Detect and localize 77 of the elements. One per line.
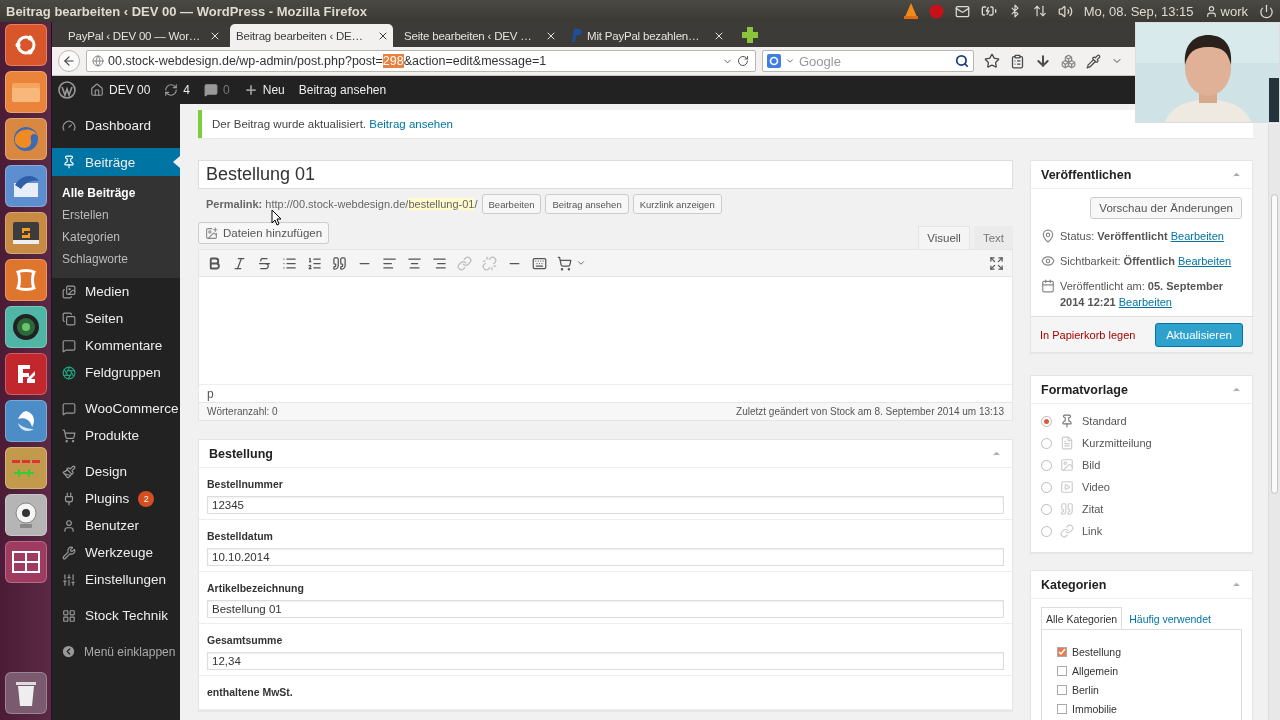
editor-tab[interactable]: Text xyxy=(973,226,1013,249)
browser-tab[interactable]: Mit PayPal bezahlen… xyxy=(566,24,729,47)
field-label: Gesamtsumme xyxy=(207,634,284,646)
submenu-item[interactable]: Alle Beiträge xyxy=(52,182,180,204)
editor-tab[interactable]: Visuell xyxy=(918,226,970,249)
category-label: Immobilie xyxy=(1072,703,1117,715)
panel-title: Veröffentlichen xyxy=(1041,167,1132,182)
panel-title: Formatvorlage xyxy=(1041,382,1128,397)
input-field[interactable]: 10.10.2014 xyxy=(207,548,1004,566)
site-link[interactable]: DEV 00 xyxy=(109,83,151,97)
trash-link[interactable]: In Papierkorb legen xyxy=(1040,328,1136,341)
count-badge: 2 xyxy=(138,490,155,507)
panel-title: Bestellung xyxy=(209,446,273,461)
updates-count[interactable]: 4 xyxy=(183,83,191,97)
menu-item[interactable]: Beiträge xyxy=(52,148,180,176)
category-label: Berlin xyxy=(1072,684,1099,696)
new-link[interactable]: Neu xyxy=(262,83,285,97)
option-label: Kurzmitteilung xyxy=(1082,437,1152,449)
notice-text: Der Beitrag wurde aktualisiert. Beitrag ansehen xyxy=(212,118,453,130)
view-post-link[interactable]: Beitrag ansehen xyxy=(369,118,453,130)
option-label: Standard xyxy=(1082,415,1127,427)
category-tab[interactable]: Alle Kategorien xyxy=(1041,607,1123,629)
menu-item[interactable]: Werkzeuge xyxy=(52,539,180,566)
last-edited-text: Zuletzt geändert von Stock am 8. September 2014 um 13:13 xyxy=(736,406,1004,417)
permalink-button[interactable]: Beitrag ansehen xyxy=(545,194,629,214)
element-path: p xyxy=(207,386,214,401)
menu-item[interactable]: Medien xyxy=(52,278,180,305)
option-label: Zitat xyxy=(1082,503,1104,515)
field-label: Artikelbezeichnung xyxy=(207,582,305,594)
publish-info-text: Veröffentlicht am: 05. September 2014 12:21 Bearbeiten xyxy=(1060,279,1225,310)
field-label: Bestelldatum xyxy=(207,530,274,542)
publish-info-text: Status: Veröffentlicht Bearbeiten xyxy=(1060,229,1224,244)
menu-item[interactable]: Plugins 2 xyxy=(52,485,180,512)
menu-item[interactable]: Seiten xyxy=(52,305,180,332)
user-name[interactable]: work xyxy=(1220,3,1248,19)
permalink-button[interactable]: Kurzlink anzeigen xyxy=(632,194,722,214)
browser-tab[interactable]: Beitrag bearbeiten ‹ DE… xyxy=(230,24,393,47)
menu-item[interactable]: Feldgruppen xyxy=(52,359,180,386)
preview-button[interactable]: Vorschau der Änderungen xyxy=(1090,197,1242,219)
edit-link[interactable]: Bearbeiten xyxy=(1118,296,1172,308)
permalink-button[interactable]: Bearbeiten xyxy=(481,194,542,214)
view-post-link[interactable]: Beitrag ansehen xyxy=(298,83,387,97)
browser-tab[interactable]: PayPal ‹ DEV 00 — Wor… xyxy=(62,24,225,47)
word-count: Wörteranzahl: 0 xyxy=(207,406,278,417)
option-label: Link xyxy=(1082,525,1103,537)
menu-item[interactable]: Benutzer xyxy=(52,512,180,539)
browser-tab[interactable]: Seite bearbeiten ‹ DEV … xyxy=(398,24,561,47)
menu-item[interactable]: Kommentare xyxy=(52,332,180,359)
option-label: Video xyxy=(1082,481,1110,493)
submenu-item[interactable]: Erstellen xyxy=(52,204,180,226)
window-title: Beitrag bearbeiten ‹ DEV 00 — WordPress - Mozilla Firefox xyxy=(6,3,367,19)
input-field[interactable]: Bestellung 01 xyxy=(207,600,1004,618)
comments-count[interactable]: 0 xyxy=(223,83,230,97)
permalink-text: Permalink: http://00.stock-webdesign.de/bestellung-01/ xyxy=(206,198,478,210)
field-label: enthaltene MwSt. xyxy=(207,686,294,698)
input-field[interactable]: 12345 xyxy=(207,496,1004,514)
menu-item[interactable]: Produkte xyxy=(52,422,180,449)
menu-item[interactable]: WooCommerce xyxy=(52,395,180,422)
submenu-item[interactable]: Kategorien xyxy=(52,226,180,248)
edit-link[interactable]: Bearbeiten xyxy=(1178,255,1232,267)
input-field[interactable]: 12,34 xyxy=(207,652,1004,670)
menu-item[interactable]: Dashboard xyxy=(52,112,180,139)
add-media-button[interactable]: Dateien hinzufügen xyxy=(198,222,330,244)
title-field[interactable]: Bestellung 01 xyxy=(198,160,1013,189)
menu-item[interactable]: Einstellungen xyxy=(52,566,180,593)
submenu-item[interactable]: Schlagworte xyxy=(52,248,180,270)
clock[interactable]: Mo, 08. Sep, 13:15 xyxy=(1083,3,1194,19)
collapse-menu-button[interactable]: Menü einklappen xyxy=(52,638,180,665)
menu-item[interactable]: Stock Technik xyxy=(52,602,180,629)
publish-info-text: Sichtbarkeit: Öffentlich Bearbeiten xyxy=(1060,254,1232,269)
field-label: Bestellnummer xyxy=(207,478,284,490)
category-label: Bestellung xyxy=(1072,646,1122,658)
category-label: Allgemein xyxy=(1072,665,1119,677)
option-label: Bild xyxy=(1082,459,1101,471)
menu-item[interactable]: Design xyxy=(52,458,180,485)
panel-title: Kategorien xyxy=(1041,577,1107,592)
edit-link[interactable]: Bearbeiten xyxy=(1170,230,1224,242)
